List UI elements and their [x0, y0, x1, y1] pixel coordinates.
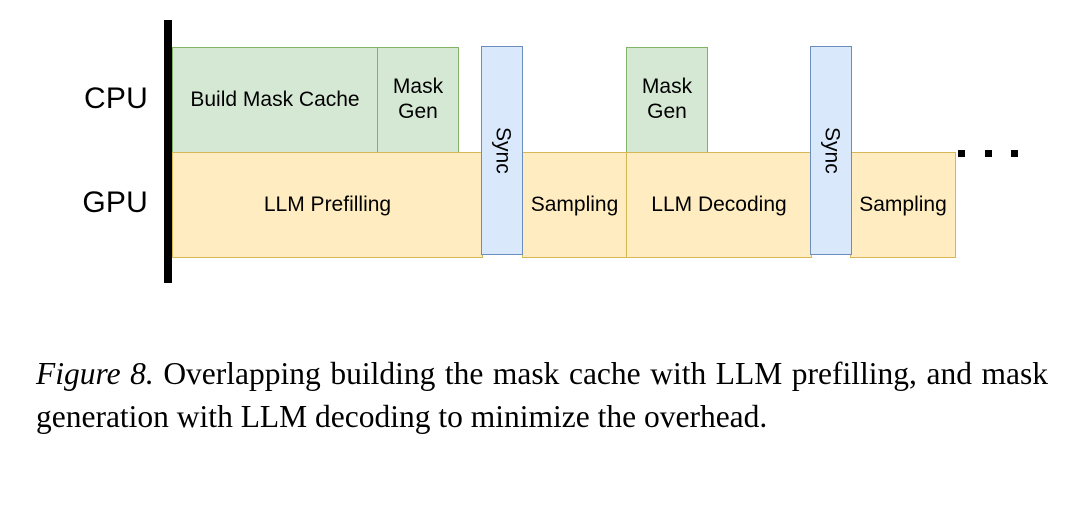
figure-caption: Figure 8. Overlapping building the mask … [36, 352, 1048, 438]
figure-caption-text: Overlapping building the mask cache with… [36, 356, 1048, 435]
cpu-block-mask-gen-1: Mask Gen [377, 47, 459, 153]
gpu-block-sampling-1: Sampling [522, 152, 627, 258]
sync-block-1: Sync [481, 46, 523, 255]
figure-label: Figure 8. [36, 356, 154, 391]
gpu-block-sampling-2: Sampling [850, 152, 956, 258]
lane-label-gpu: GPU [82, 186, 148, 219]
cpu-block-mask-gen-2: Mask Gen [626, 47, 708, 153]
lane-label-cpu: CPU [84, 82, 148, 115]
timeline-diagram: CPU GPU Build Mask Cache Mask Gen Mask G… [0, 0, 1080, 320]
sync-block-1-label: Sync [491, 127, 515, 174]
gpu-block-llm-decoding: LLM Decoding [626, 152, 812, 258]
continuation-ellipsis-icon [958, 143, 1018, 163]
cpu-block-build-mask-cache: Build Mask Cache [172, 47, 378, 153]
gpu-block-llm-prefilling: LLM Prefilling [172, 152, 483, 258]
sync-block-2-label: Sync [820, 127, 844, 174]
sync-block-2: Sync [810, 46, 852, 255]
timeline-axis [164, 20, 172, 283]
figure-8: CPU GPU Build Mask Cache Mask Gen Mask G… [0, 0, 1080, 509]
